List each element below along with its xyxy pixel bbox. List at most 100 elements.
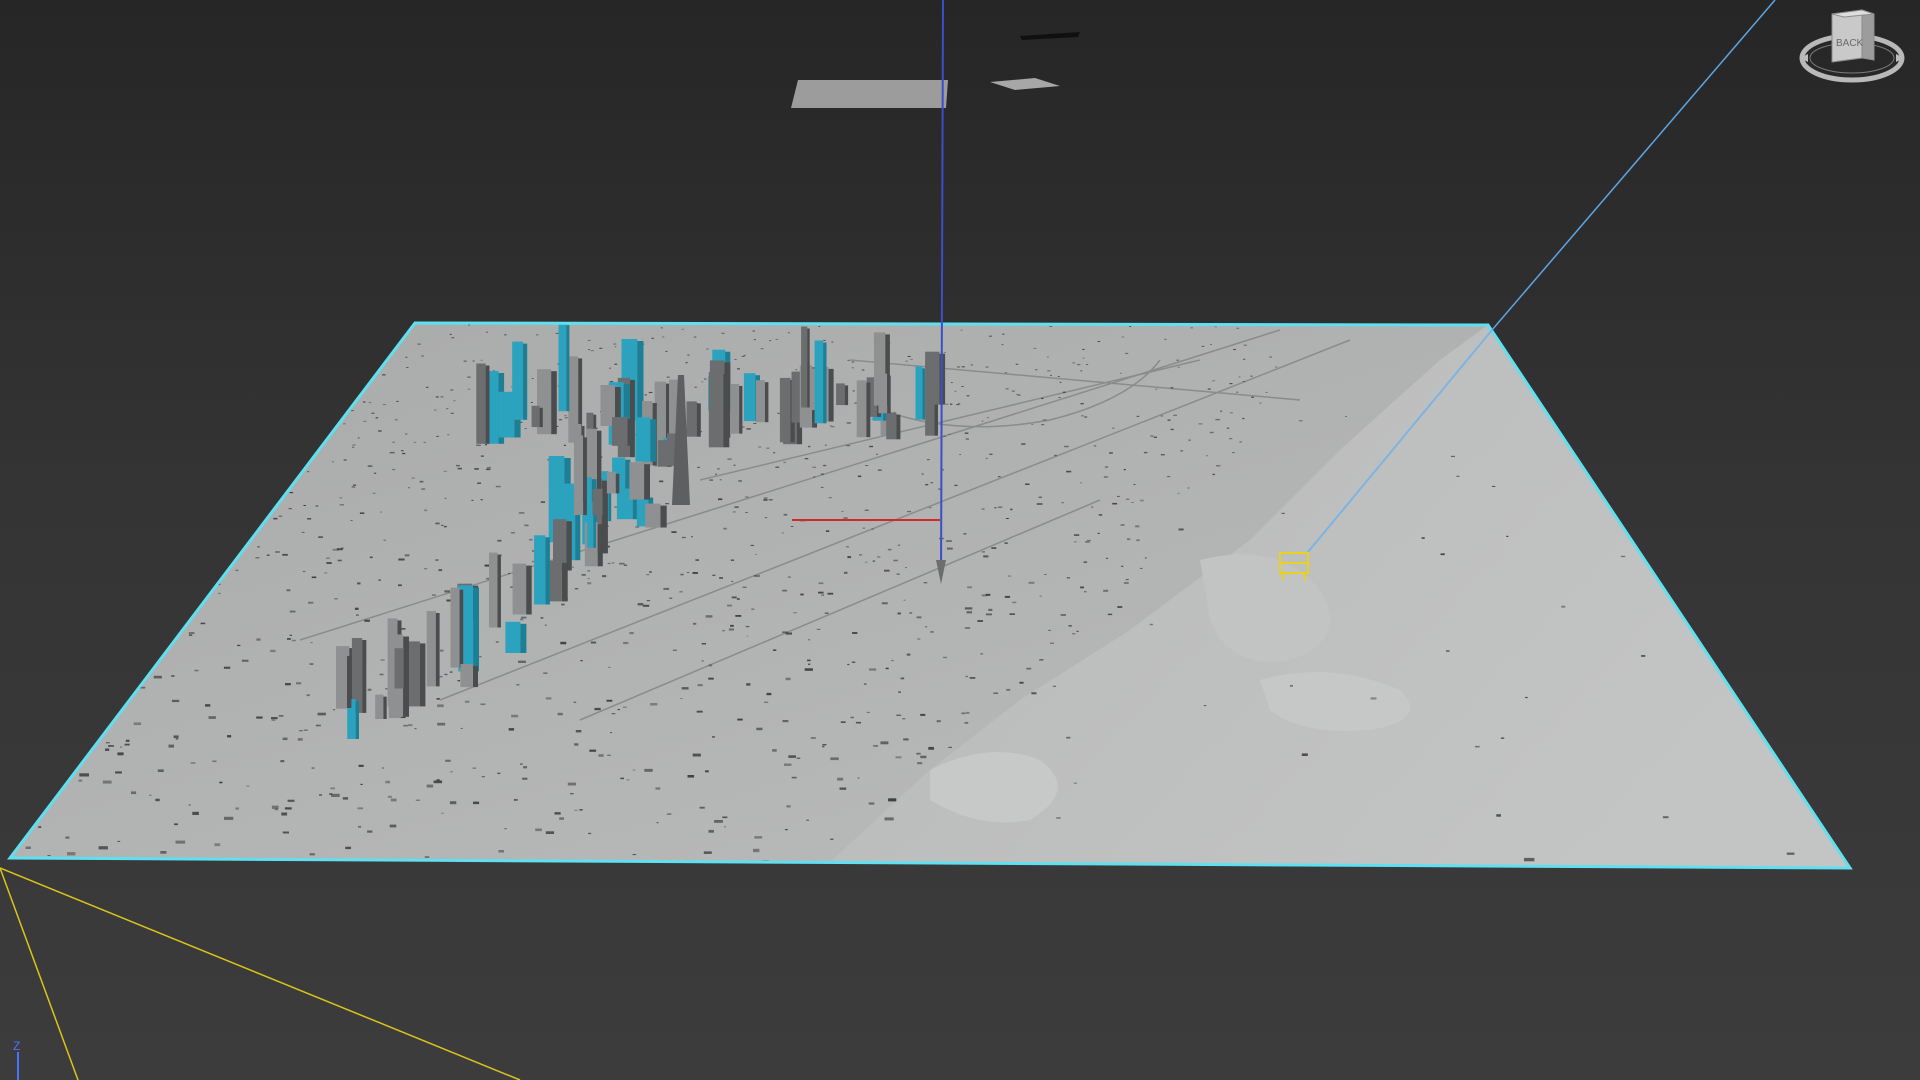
building-block: [354, 607, 359, 610]
building-block: [943, 435, 946, 437]
building-block: [1136, 539, 1140, 542]
light-ray-line[interactable]: [1491, 0, 1776, 331]
building-block: [626, 779, 630, 781]
tower[interactable]: [645, 503, 667, 528]
building-block: [1059, 381, 1062, 383]
building-block: [753, 422, 757, 424]
tower[interactable]: [629, 462, 650, 500]
tower[interactable]: [612, 417, 634, 446]
building-block: [358, 825, 362, 828]
tower[interactable]: [336, 654, 352, 708]
building-block: [671, 531, 677, 533]
building-block: [450, 412, 454, 414]
building-block: [818, 591, 824, 594]
building-block: [289, 492, 294, 494]
building-block: [419, 480, 424, 483]
building-block: [788, 755, 796, 758]
building-block: [602, 575, 607, 578]
tower[interactable]: [547, 560, 568, 602]
tower[interactable]: [801, 326, 810, 408]
tower[interactable]: [878, 373, 891, 414]
building-block: [25, 846, 31, 849]
building-block: [731, 580, 734, 582]
building-block: [672, 649, 677, 651]
building-block: [644, 768, 653, 772]
tower[interactable]: [534, 535, 550, 605]
building-block: [1275, 366, 1278, 368]
building-block: [359, 512, 365, 514]
tower[interactable]: [450, 587, 464, 668]
tower[interactable]: [505, 621, 527, 653]
building-block: [351, 486, 356, 488]
tower[interactable]: [489, 552, 501, 628]
tower[interactable]: [512, 341, 528, 420]
tower[interactable]: [606, 471, 620, 494]
building-block: [108, 745, 114, 747]
tower[interactable]: [426, 611, 440, 687]
tower[interactable]: [686, 401, 701, 437]
building-block: [828, 497, 832, 499]
building-block: [717, 468, 720, 470]
building-block: [302, 570, 306, 572]
building-block: [390, 798, 397, 802]
scene-canvas[interactable]: Z BACK N: [0, 0, 1920, 1080]
building-block: [768, 499, 773, 501]
building-block: [859, 554, 863, 556]
tower[interactable]: [756, 380, 769, 423]
tower[interactable]: [394, 648, 408, 689]
tower[interactable]: [814, 340, 827, 424]
tower[interactable]: [512, 563, 532, 615]
tower[interactable]: [915, 366, 926, 420]
building-block: [906, 653, 911, 656]
viewport-3d[interactable]: Z BACK N: [0, 0, 1920, 1080]
building-block: [708, 664, 713, 667]
building-block: [696, 710, 703, 713]
building-block: [737, 368, 740, 370]
building-block: [787, 576, 791, 578]
tower[interactable]: [708, 371, 730, 448]
tower[interactable]: [531, 405, 543, 428]
building-block: [369, 556, 373, 559]
building-block: [266, 554, 270, 556]
tower[interactable]: [460, 664, 478, 688]
building-block: [928, 507, 932, 509]
tower[interactable]: [886, 412, 901, 440]
building-block: [468, 324, 470, 326]
building-block: [769, 340, 772, 342]
building-block: [926, 459, 930, 461]
tower[interactable]: [558, 323, 570, 412]
building-block: [1180, 450, 1184, 452]
camera-frustum[interactable]: [0, 867, 521, 1080]
building-block: [831, 426, 835, 428]
building-block: [273, 517, 278, 520]
building-block: [358, 764, 364, 767]
tower[interactable]: [635, 417, 657, 462]
tower[interactable]: [476, 363, 490, 444]
building-block: [287, 799, 295, 802]
building-block: [905, 567, 907, 569]
building-block: [800, 593, 804, 596]
building-block: [773, 452, 776, 454]
building-block: [852, 390, 855, 392]
tower[interactable]: [836, 383, 849, 406]
building-block: [520, 763, 523, 765]
view-cube-icon[interactable]: BACK N: [1799, 9, 1905, 93]
tower[interactable]: [856, 380, 871, 438]
building-block: [256, 716, 263, 719]
building-block: [403, 724, 408, 727]
building-block: [437, 722, 446, 726]
building-block: [414, 728, 417, 730]
floating-objects[interactable]: [791, 32, 1080, 108]
tower[interactable]: [731, 383, 743, 434]
tower[interactable]: [573, 435, 587, 515]
tower[interactable]: [592, 488, 607, 516]
building-block: [721, 332, 725, 334]
building-block: [917, 762, 923, 765]
building-block: [564, 417, 568, 419]
building-block: [650, 703, 658, 706]
building-block: [1084, 416, 1088, 418]
tower[interactable]: [375, 694, 387, 719]
building-block: [437, 704, 444, 708]
building-block: [1251, 396, 1254, 398]
building-block: [599, 347, 603, 349]
